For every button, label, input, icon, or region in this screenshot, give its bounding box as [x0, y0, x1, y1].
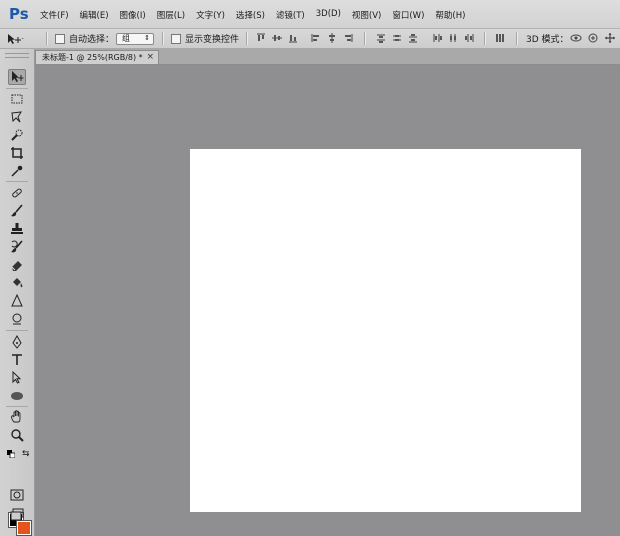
- menu-edit[interactable]: 编辑(E): [80, 9, 109, 21]
- clone-stamp-tool-icon[interactable]: [9, 221, 25, 237]
- menu-file[interactable]: 文件(F): [40, 9, 69, 21]
- dropdown-arrow-icon: ⇕: [144, 33, 150, 42]
- default-colors-icon[interactable]: [7, 450, 16, 459]
- menu-type[interactable]: 文字(Y): [196, 9, 225, 21]
- quick-mask-icon[interactable]: [9, 487, 25, 503]
- history-brush-tool-icon[interactable]: [9, 239, 25, 255]
- move-tool-icon[interactable]: [8, 69, 26, 85]
- menu-3d[interactable]: 3D(D): [316, 9, 341, 21]
- toolbox: ⇆: [0, 49, 35, 536]
- menu-image[interactable]: 图像(I): [120, 9, 146, 21]
- show-transform-checkbox[interactable]: 显示变换控件: [171, 29, 239, 48]
- crop-tool-icon[interactable]: [9, 145, 25, 161]
- show-transform-label: 显示变换控件: [185, 35, 240, 45]
- dodge-tool-icon[interactable]: [9, 311, 25, 327]
- eraser-tool-icon[interactable]: [9, 257, 25, 273]
- eyedropper-tool-icon[interactable]: [9, 163, 25, 179]
- blur-tool-icon[interactable]: [9, 293, 25, 309]
- brush-tool-icon[interactable]: [9, 203, 25, 219]
- 3d-mode-label: 3D 模式：: [526, 35, 569, 45]
- 3d-roll-icon[interactable]: [588, 33, 598, 43]
- toolbox-grip[interactable]: [5, 53, 29, 58]
- menu-layer[interactable]: 图层(L): [157, 9, 185, 21]
- distribute-vcenter-icon[interactable]: [392, 33, 402, 43]
- menu-filter[interactable]: 滤镜(T): [276, 9, 305, 21]
- document-canvas[interactable]: [190, 149, 581, 512]
- menu-bar: Ps 文件(F) 编辑(E) 图像(I) 图层(L) 文字(Y) 选择(S) 滤…: [0, 0, 620, 29]
- menu-window[interactable]: 窗口(W): [392, 9, 424, 21]
- move-icon: [8, 33, 24, 44]
- auto-select-value: 组: [122, 34, 130, 43]
- hand-tool-icon[interactable]: [9, 409, 25, 425]
- paint-bucket-tool-icon[interactable]: [9, 275, 25, 291]
- type-tool-icon[interactable]: [9, 352, 25, 368]
- show-transform-box[interactable]: [171, 33, 181, 44]
- 3d-pan-icon[interactable]: [605, 33, 615, 43]
- background-color-swatch[interactable]: [16, 520, 32, 536]
- close-icon[interactable]: ×: [146, 52, 154, 62]
- distribute-top-icon[interactable]: [376, 33, 386, 43]
- document-tab[interactable]: 未标题-1 @ 25%(RGB/8) * ×: [35, 50, 159, 64]
- auto-select-checkbox[interactable]: 自动选择：: [55, 29, 114, 48]
- document-tab-bar: 未标题-1 @ 25%(RGB/8) * ×: [35, 49, 620, 65]
- swap-colors-icon[interactable]: ⇆: [22, 449, 30, 459]
- distribute-left-icon[interactable]: [432, 33, 442, 43]
- align-top-icon[interactable]: [256, 33, 266, 43]
- marquee-tool-icon[interactable]: [9, 91, 25, 107]
- auto-align-icon[interactable]: [495, 33, 505, 43]
- auto-select-dropdown[interactable]: 组 ⇕: [116, 29, 154, 48]
- menu-help[interactable]: 帮助(H): [435, 9, 465, 21]
- distribute-hcenter-icon[interactable]: [448, 33, 458, 43]
- align-bottom-icon[interactable]: [288, 33, 298, 43]
- menu-list: 文件(F) 编辑(E) 图像(I) 图层(L) 文字(Y) 选择(S) 滤镜(T…: [40, 9, 476, 21]
- path-selection-tool-icon[interactable]: [9, 370, 25, 386]
- auto-select-label: 自动选择：: [69, 35, 115, 45]
- align-right-icon[interactable]: [343, 33, 353, 43]
- 3d-rotate-icon[interactable]: [570, 33, 582, 43]
- screen-mode-icon[interactable]: [9, 507, 25, 523]
- document-tab-title: 未标题-1 @ 25%(RGB/8) *: [42, 53, 143, 62]
- menu-view[interactable]: 视图(V): [352, 9, 381, 21]
- zoom-tool-icon[interactable]: [9, 427, 25, 443]
- ellipse-tool-icon[interactable]: [9, 388, 25, 404]
- menu-select[interactable]: 选择(S): [236, 9, 265, 21]
- align-vcenter-icon[interactable]: [272, 33, 282, 43]
- align-hcenter-icon[interactable]: [327, 33, 337, 43]
- options-bar: 自动选择： 组 ⇕ 显示变换控件 3D 模式：: [0, 29, 620, 49]
- distribute-right-icon[interactable]: [464, 33, 474, 43]
- app-logo: Ps: [9, 5, 29, 23]
- lasso-tool-icon[interactable]: [9, 109, 25, 125]
- auto-select-box[interactable]: [55, 33, 65, 44]
- quick-selection-tool-icon[interactable]: [9, 127, 25, 143]
- healing-brush-tool-icon[interactable]: [9, 185, 25, 201]
- align-left-icon[interactable]: [311, 33, 321, 43]
- pen-tool-icon[interactable]: [9, 334, 25, 350]
- distribute-bottom-icon[interactable]: [408, 33, 418, 43]
- tool-preset-picker[interactable]: [6, 29, 24, 48]
